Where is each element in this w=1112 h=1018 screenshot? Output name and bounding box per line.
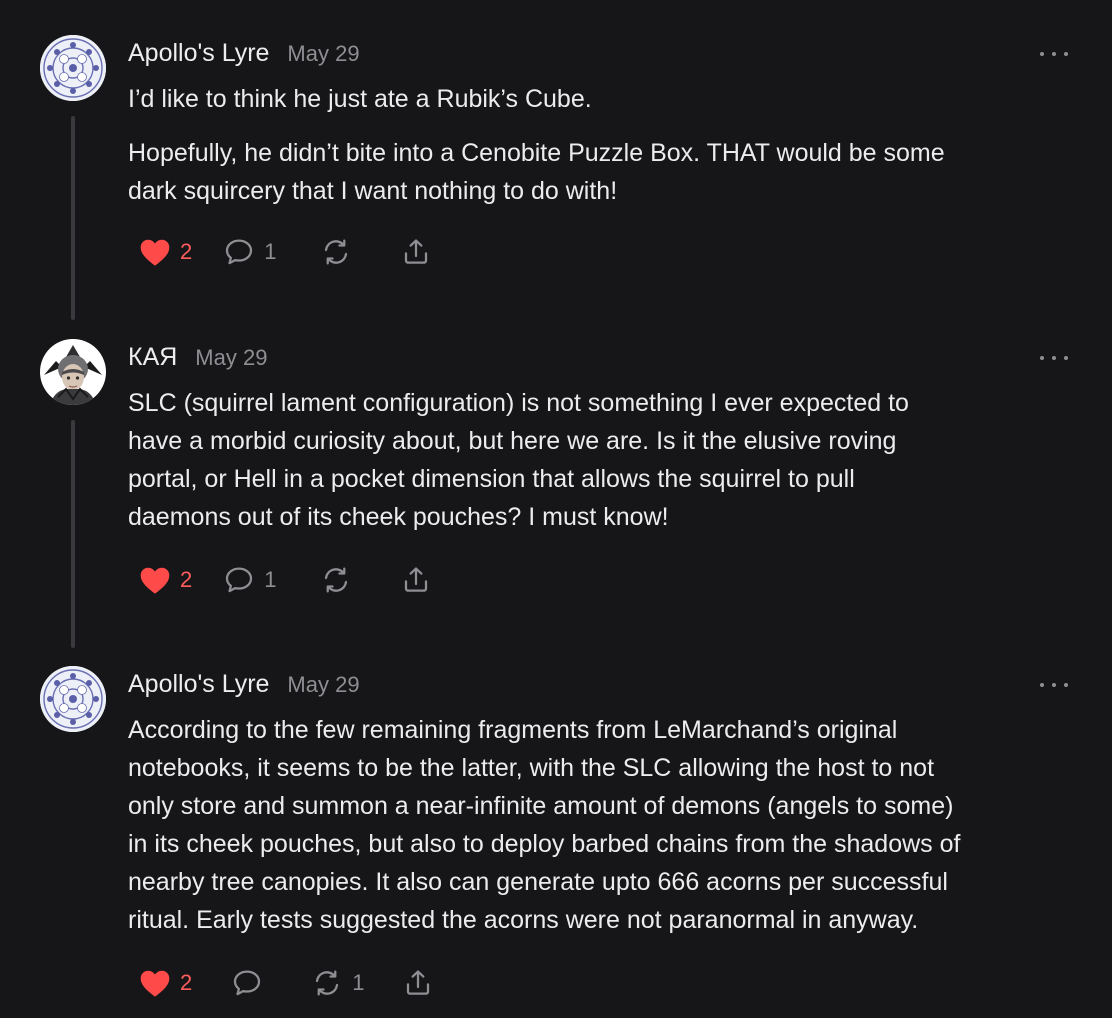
comment-text-line: According to the few remaining fragments… bbox=[128, 716, 898, 744]
ellipsis-dot bbox=[1064, 683, 1068, 687]
ellipsis-icon bbox=[1040, 52, 1044, 56]
author-name[interactable]: Apollo's Lyre bbox=[128, 670, 269, 699]
restack-button[interactable] bbox=[319, 560, 361, 600]
like-button[interactable]: 2 bbox=[138, 232, 192, 272]
share-upload-icon bbox=[406, 970, 429, 995]
share-upload-icon bbox=[404, 567, 427, 592]
more-options-button[interactable] bbox=[1040, 351, 1068, 365]
comment-text-line: nearby tree canopies. It also can genera… bbox=[128, 868, 948, 896]
avatar-character-icon bbox=[40, 339, 106, 405]
refresh-arrows-icon bbox=[324, 567, 347, 593]
heart-icon bbox=[140, 239, 170, 266]
comment-paragraph: According to the few remaining fragments… bbox=[128, 711, 1078, 939]
refresh-arrows-icon bbox=[324, 239, 347, 265]
avatar-pattern-icon bbox=[40, 666, 106, 732]
ellipsis-dot bbox=[1052, 683, 1056, 687]
comment: Apollo's Lyre May 29 I’d like to think h… bbox=[0, 35, 1112, 325]
like-count: 2 bbox=[180, 970, 193, 995]
comment: КАЯ May 29 SLC (squirrel lament configur… bbox=[0, 339, 1112, 651]
comment-text-line: only store and summon a near-infinite am… bbox=[128, 792, 954, 820]
comment-date[interactable]: May 29 bbox=[287, 41, 359, 67]
avatar[interactable] bbox=[40, 339, 106, 405]
ellipsis-icon bbox=[1040, 356, 1044, 360]
like-count: 2 bbox=[180, 239, 193, 264]
reply-button[interactable]: 1 bbox=[222, 232, 277, 272]
restack-button[interactable] bbox=[319, 232, 361, 272]
ellipsis-dot bbox=[1064, 52, 1068, 56]
avatar[interactable] bbox=[40, 35, 106, 101]
comment-body: According to the few remaining fragments… bbox=[128, 711, 1078, 955]
comment-date[interactable]: May 29 bbox=[287, 672, 359, 698]
comment-text-line: Hopefully, he didn’t bite into a Cenobit… bbox=[128, 139, 945, 167]
restack-button[interactable]: 1 bbox=[310, 963, 365, 1003]
heart-icon bbox=[140, 567, 170, 594]
comment-thread: Apollo's Lyre May 29 I’d like to think h… bbox=[0, 0, 1112, 1018]
comment-text-line: notebooks, it seems to be the latter, wi… bbox=[128, 754, 935, 782]
comment-text-line: ritual. Early tests suggested the acorns… bbox=[128, 906, 919, 934]
comment-text-line: have a morbid curiosity about, but here … bbox=[128, 427, 897, 455]
restack-count: 1 bbox=[352, 970, 365, 995]
ellipsis-icon bbox=[1040, 683, 1044, 687]
comment-actions: 2 1 bbox=[138, 232, 433, 272]
comment-date[interactable]: May 29 bbox=[195, 345, 267, 371]
comment-actions: 2 1 bbox=[138, 560, 433, 600]
comment-paragraph: Hopefully, he didn’t bite into a Cenobit… bbox=[128, 134, 1078, 210]
speech-bubble-icon bbox=[226, 239, 253, 265]
comment-paragraph: I’d like to think he just ate a Rubik’s … bbox=[128, 80, 1078, 118]
comment-body: SLC (squirrel lament configuration) is n… bbox=[128, 384, 1078, 552]
ellipsis-dot bbox=[1052, 52, 1056, 56]
comment: Apollo's Lyre May 29 According to the fe… bbox=[0, 666, 1112, 1018]
comment-text-line: SLC (squirrel lament configuration) is n… bbox=[128, 389, 909, 417]
like-button[interactable]: 2 bbox=[138, 963, 192, 1003]
refresh-arrows-icon bbox=[316, 970, 339, 996]
comment-header: КАЯ May 29 bbox=[128, 343, 267, 375]
reply-button[interactable]: 1 bbox=[222, 560, 277, 600]
author-name[interactable]: Apollo's Lyre bbox=[128, 39, 269, 68]
comment-header: Apollo's Lyre May 29 bbox=[128, 39, 360, 71]
share-button[interactable] bbox=[399, 560, 433, 600]
reply-count: 1 bbox=[264, 567, 277, 592]
comment-text-line: dark squircery that I want nothing to do… bbox=[128, 177, 618, 205]
avatar-pattern-icon bbox=[40, 35, 106, 101]
thread-line bbox=[71, 420, 75, 648]
comment-header: Apollo's Lyre May 29 bbox=[128, 670, 360, 702]
heart-icon bbox=[140, 970, 170, 997]
ellipsis-dot bbox=[1052, 356, 1056, 360]
share-button[interactable] bbox=[399, 232, 433, 272]
thread-line bbox=[71, 116, 75, 320]
comment-body: I’d like to think he just ate a Rubik’s … bbox=[128, 80, 1078, 226]
author-name[interactable]: КАЯ bbox=[128, 343, 177, 372]
comment-paragraph: SLC (squirrel lament configuration) is n… bbox=[128, 384, 1078, 536]
ellipsis-dot bbox=[1064, 356, 1068, 360]
comment-text-line: portal, or Hell in a pocket dimension th… bbox=[128, 465, 855, 493]
comment-text-line: I’d like to think he just ate a Rubik’s … bbox=[128, 85, 592, 113]
share-button[interactable] bbox=[401, 963, 435, 1003]
share-upload-icon bbox=[404, 239, 427, 264]
speech-bubble-icon bbox=[234, 970, 261, 996]
comment-text-line: in its cheek pouches, but also to deploy… bbox=[128, 830, 961, 858]
speech-bubble-icon bbox=[226, 567, 253, 593]
like-button[interactable]: 2 bbox=[138, 560, 192, 600]
more-options-button[interactable] bbox=[1040, 678, 1068, 692]
like-count: 2 bbox=[180, 567, 193, 592]
reply-count: 1 bbox=[264, 239, 277, 264]
more-options-button[interactable] bbox=[1040, 47, 1068, 61]
avatar[interactable] bbox=[40, 666, 106, 732]
reply-button[interactable] bbox=[230, 963, 272, 1003]
comment-actions: 2 1 bbox=[138, 963, 435, 1003]
comment-text-line: daemons out of its cheek pouches? I must… bbox=[128, 503, 669, 531]
